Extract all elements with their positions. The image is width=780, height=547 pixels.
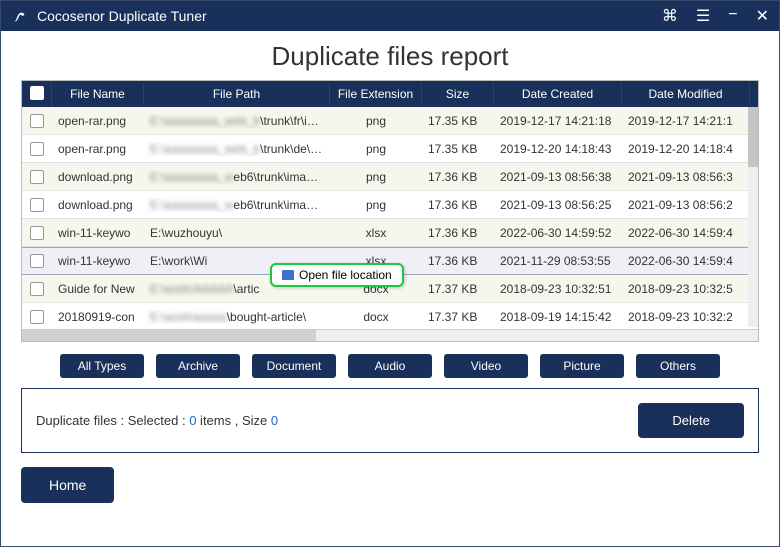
cell-modified: 2019-12-20 14:18:4 (622, 142, 750, 156)
cell-ext: docx (330, 310, 422, 324)
folder-icon (282, 270, 294, 280)
cell-ext: png (330, 198, 422, 212)
file-table: File Name File Path File Extension Size … (21, 80, 759, 342)
cell-filepath: E:\wuzhouyu\ (144, 226, 330, 240)
app-logo-icon (11, 7, 29, 25)
context-menu-label: Open file location (299, 268, 392, 282)
cell-size: 17.35 KB (422, 114, 494, 128)
cell-ext: xlsx (330, 226, 422, 240)
cell-size: 17.36 KB (422, 254, 494, 268)
cell-modified: 2022-06-30 14:59:4 (622, 254, 750, 268)
filter-all-types[interactable]: All Types (60, 354, 144, 378)
delete-button[interactable]: Delete (638, 403, 744, 438)
table-body: open-rar.pngE:\aaaaaaaa_web_b\trunk\fr\i… (22, 107, 758, 329)
cell-size: 17.37 KB (422, 310, 494, 324)
cell-filepath: E:\aaaaaaaa_web6\trunk\images\artic (144, 198, 330, 212)
menu-icon[interactable]: ☰ (696, 6, 710, 26)
vertical-scrollbar[interactable] (748, 107, 758, 327)
cell-filename: win-11-keywo (52, 226, 144, 240)
cell-modified: 2021-09-13 08:56:2 (622, 198, 750, 212)
col-modified[interactable]: Date Modified (622, 83, 750, 105)
cell-created: 2021-09-13 08:56:38 (494, 170, 622, 184)
minimize-icon[interactable]: − (728, 6, 737, 26)
cell-size: 17.35 KB (422, 142, 494, 156)
table-header: File Name File Path File Extension Size … (22, 81, 758, 107)
filter-picture[interactable]: Picture (540, 354, 624, 378)
share-icon[interactable]: ⌘ (662, 6, 678, 26)
cell-created: 2019-12-17 14:21:18 (494, 114, 622, 128)
cell-filename: win-11-keywo (52, 254, 144, 268)
cell-size: 17.36 KB (422, 226, 494, 240)
cell-modified: 2021-09-13 08:56:3 (622, 170, 750, 184)
row-checkbox[interactable] (30, 226, 44, 240)
cell-filename: download.png (52, 170, 144, 184)
row-checkbox[interactable] (30, 170, 44, 184)
cell-ext: png (330, 114, 422, 128)
col-created[interactable]: Date Created (494, 83, 622, 105)
close-icon[interactable]: ✕ (756, 6, 769, 26)
col-ext[interactable]: File Extension (330, 83, 422, 105)
cell-filename: open-rar.png (52, 142, 144, 156)
row-checkbox[interactable] (30, 254, 44, 268)
cell-filename: open-rar.png (52, 114, 144, 128)
summary-text: Duplicate files : Selected : 0 items , S… (36, 413, 638, 428)
col-size[interactable]: Size (422, 83, 494, 105)
row-checkbox[interactable] (30, 142, 44, 156)
cell-created: 2019-12-20 14:18:43 (494, 142, 622, 156)
filter-bar: All Types Archive Document Audio Video Pictur… (21, 354, 759, 378)
horizontal-scrollbar[interactable] (22, 329, 758, 342)
cell-filepath: E:\work\aaaaa\bought-article\ (144, 310, 330, 324)
cell-modified: 2019-12-17 14:21:1 (622, 114, 750, 128)
row-checkbox[interactable] (30, 310, 44, 324)
cell-filepath: E:\aaaaaaaa_web6\trunk\images\user (144, 170, 330, 184)
cell-filename: download.png (52, 198, 144, 212)
select-all-checkbox[interactable] (30, 86, 44, 100)
cell-ext: png (330, 142, 422, 156)
cell-filename: 20180919-con (52, 310, 144, 324)
window-title: Cocosenor Duplicate Tuner (37, 8, 662, 24)
col-filename[interactable]: File Name (52, 83, 144, 105)
table-row[interactable]: open-rar.pngE:\aaaaaaaa_web_b\trunk\fr\i… (22, 107, 758, 135)
filter-audio[interactable]: Audio (348, 354, 432, 378)
cell-created: 2021-09-13 08:56:25 (494, 198, 622, 212)
cell-created: 2018-09-19 14:15:42 (494, 310, 622, 324)
col-filepath[interactable]: File Path (144, 83, 330, 105)
cell-modified: 2022-06-30 14:59:4 (622, 226, 750, 240)
filter-document[interactable]: Document (252, 354, 336, 378)
title-bar: Cocosenor Duplicate Tuner ⌘ ☰ − ✕ (1, 1, 779, 31)
row-checkbox[interactable] (30, 198, 44, 212)
filter-others[interactable]: Others (636, 354, 720, 378)
cell-modified: 2018-09-23 10:32:2 (622, 310, 750, 324)
cell-filepath: E:\aaaaaaaa_web_b\trunk\fr\images\r (144, 114, 330, 128)
cell-created: 2022-06-30 14:59:52 (494, 226, 622, 240)
cell-modified: 2018-09-23 10:32:5 (622, 282, 750, 296)
table-row[interactable]: win-11-keywoE:\wuzhouyu\xlsx17.36 KB2022… (22, 219, 758, 247)
cell-filename: Guide for New (52, 282, 144, 296)
cell-size: 17.37 KB (422, 282, 494, 296)
context-menu-open-location[interactable]: Open file location (270, 263, 404, 287)
cell-size: 17.36 KB (422, 170, 494, 184)
table-row[interactable]: download.pngE:\aaaaaaaa_web6\trunk\image… (22, 191, 758, 219)
cell-created: 2021-11-29 08:53:55 (494, 254, 622, 268)
cell-size: 17.36 KB (422, 198, 494, 212)
cell-filepath: E:\aaaaaaaa_web_b\trunk\de\images\ (144, 142, 330, 156)
table-row[interactable]: download.pngE:\aaaaaaaa_web6\trunk\image… (22, 163, 758, 191)
summary-box: Duplicate files : Selected : 0 items , S… (21, 388, 759, 453)
cell-created: 2018-09-23 10:32:51 (494, 282, 622, 296)
table-row[interactable]: 20180919-conE:\work\aaaaa\bought-article… (22, 303, 758, 329)
home-button[interactable]: Home (21, 467, 114, 503)
filter-video[interactable]: Video (444, 354, 528, 378)
cell-ext: png (330, 170, 422, 184)
table-row[interactable]: open-rar.pngE:\aaaaaaaa_web_b\trunk\de\i… (22, 135, 758, 163)
row-checkbox[interactable] (30, 282, 44, 296)
page-title: Duplicate files report (21, 41, 759, 72)
filter-archive[interactable]: Archive (156, 354, 240, 378)
row-checkbox[interactable] (30, 114, 44, 128)
